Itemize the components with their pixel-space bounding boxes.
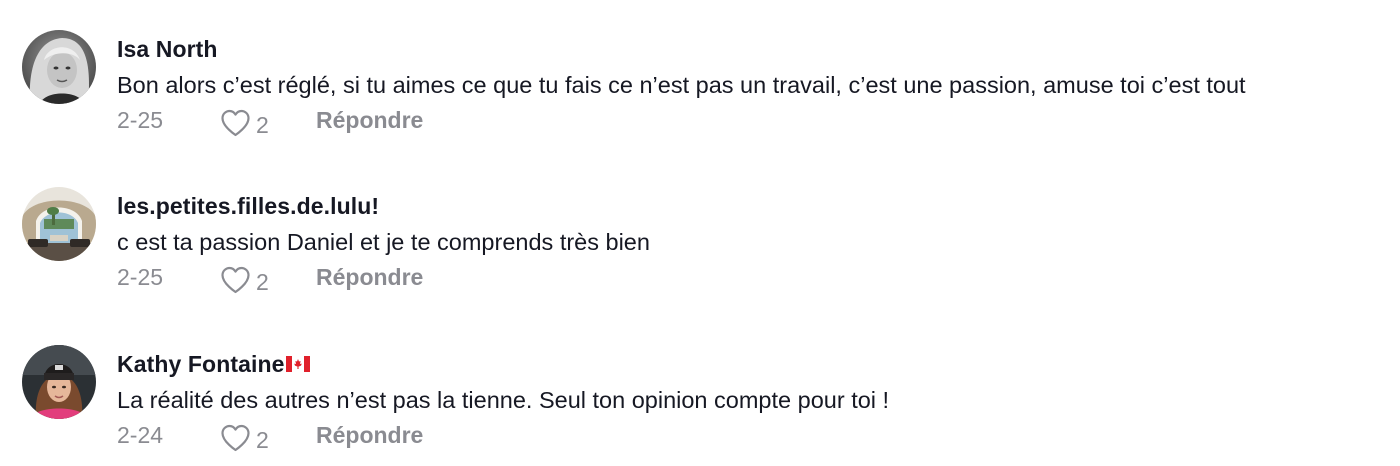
comment-username[interactable]: Isa North	[117, 36, 218, 63]
reply-button[interactable]: Répondre	[316, 264, 423, 291]
like-button[interactable]: 2	[220, 109, 269, 138]
comment-username[interactable]: Kathy Fontaine	[117, 351, 310, 378]
heart-icon	[221, 266, 250, 294]
reply-button[interactable]: Répondre	[316, 422, 423, 449]
comment-text: La réalité des autres n’est pas la tienn…	[117, 387, 890, 413]
like-button[interactable]: 2	[220, 266, 269, 295]
like-count: 2	[256, 268, 269, 295]
comment-username[interactable]: les.petites.filles.de.lulu!	[117, 193, 379, 220]
like-count: 2	[256, 111, 269, 138]
comment-date: 2-24	[117, 422, 164, 448]
avatar[interactable]	[22, 187, 96, 261]
canada-flag-icon	[285, 355, 310, 372]
heart-icon	[221, 424, 250, 452]
reply-button[interactable]: Répondre	[316, 107, 423, 134]
avatar[interactable]	[22, 30, 96, 104]
like-button[interactable]: 2	[220, 424, 269, 453]
username-label: Kathy Fontaine	[117, 351, 285, 377]
comment-item: Kathy Fontaine La réalité des autres n’e…	[22, 343, 1392, 453]
heart-icon	[221, 109, 250, 137]
like-count: 2	[256, 426, 269, 453]
comment-item: Isa North Bon alors c’est réglé, si tu a…	[22, 28, 1392, 138]
avatar[interactable]	[22, 345, 96, 419]
comment-date: 2-25	[117, 264, 164, 290]
comment-text: Bon alors c’est réglé, si tu aimes ce qu…	[117, 72, 1246, 98]
comment-text: c est ta passion Daniel et je te compren…	[117, 229, 650, 255]
comment-item: les.petites.filles.de.lulu! c est ta pas…	[22, 185, 1392, 295]
comment-date: 2-25	[117, 107, 164, 133]
